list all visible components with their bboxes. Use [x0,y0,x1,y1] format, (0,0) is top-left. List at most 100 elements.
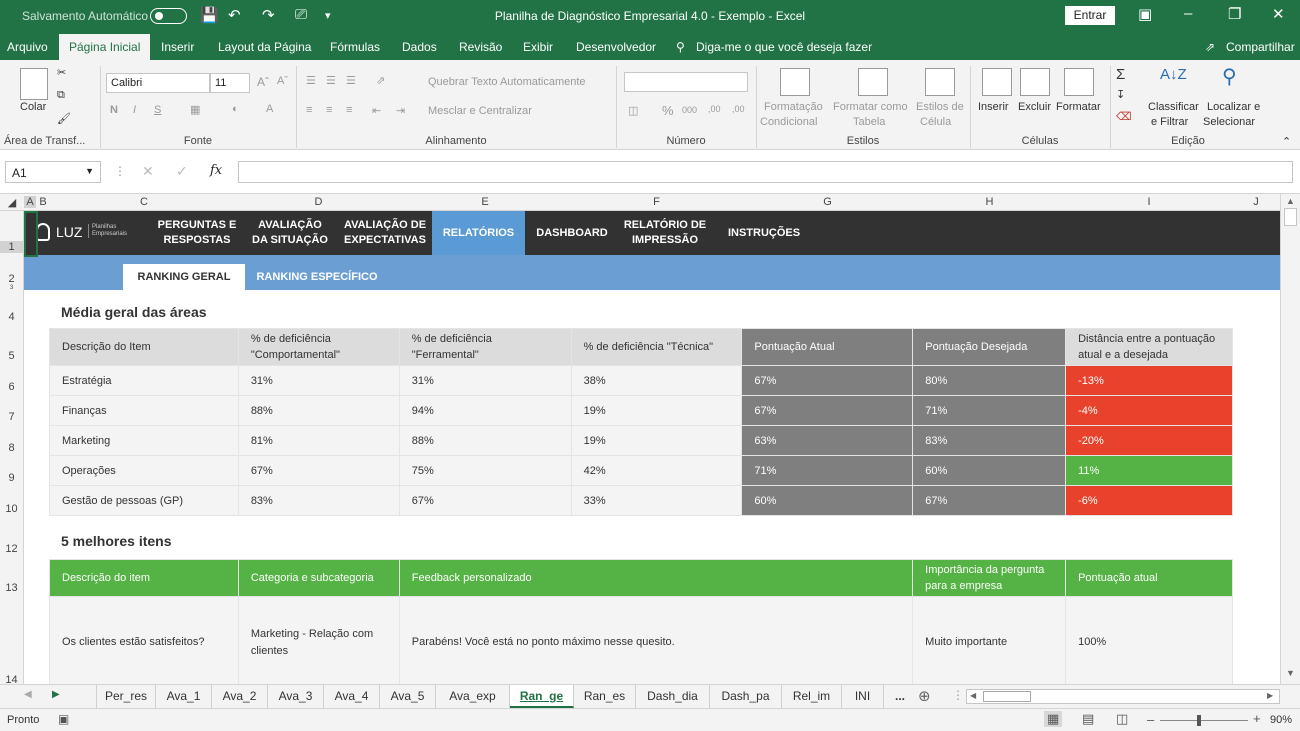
tab-ranking-geral[interactable]: RANKING GERAL [123,264,245,290]
cell-tecnica[interactable]: 33% [570,485,743,516]
cell-descricao[interactable]: Os clientes estão satisfeitos? [49,596,239,684]
select-all-icon[interactable]: ◢ [0,196,24,209]
nav-instrucoes[interactable]: INSTRUÇÕES [720,211,808,255]
cell-distancia[interactable]: -20% [1065,425,1233,456]
align-right-icon[interactable]: ≡ [346,104,352,116]
font-size-select[interactable]: 11 [210,73,250,93]
cell-atual[interactable]: 60% [741,485,914,516]
accounting-icon[interactable]: ◫ [628,104,638,117]
tab-formulas[interactable]: Fórmulas [330,40,380,54]
vertical-scrollbar[interactable]: ▲ ▼ [1280,194,1300,684]
grow-font-icon[interactable]: Aˆ [257,75,269,89]
cell-tecnica[interactable]: 42% [570,455,743,486]
worksheet-grid[interactable]: LUZ Planilhas Empresariais PERGUNTAS E RE… [24,211,1280,684]
sort-filter-icon[interactable]: A↓Z [1160,66,1187,83]
sheet-tab[interactable]: Rel_im [782,685,842,708]
zoom-level[interactable]: 90% [1270,714,1292,726]
insert-cells-icon[interactable] [982,68,1012,96]
zoom-out-icon[interactable]: – [1147,712,1154,727]
tab-ranking-especifico[interactable]: RANKING ESPECÍFICO [250,264,384,290]
sheet-tab[interactable]: Ava_3 [268,685,324,708]
comma-style-icon[interactable]: 000 [682,105,697,115]
cell-desejada[interactable]: 60% [912,455,1067,486]
bold-icon[interactable]: N [110,104,118,116]
format-table-label-1[interactable]: Formatar como [833,101,908,113]
orientation-icon[interactable]: ⇗ [376,74,385,87]
scroll-up-icon[interactable]: ▲ [1286,196,1295,206]
sheet-tab[interactable]: Ava_exp [436,685,510,708]
conditional-format-icon[interactable] [780,68,810,96]
insert-cells-button[interactable]: Inserir [978,101,1009,113]
scroll-thumb[interactable] [1284,208,1297,226]
sheet-tab[interactable]: Ran_es [574,685,636,708]
insert-function-icon[interactable]: fx [210,163,222,178]
nav-relatorios[interactable]: RELATÓRIOS [432,211,525,255]
merge-center-button[interactable]: Mesclar e Centralizar [428,105,532,117]
cancel-icon[interactable]: ✕ [142,163,154,180]
normal-view-icon[interactable]: ▦ [1044,711,1063,727]
increase-decimal-icon[interactable]: ,00 [708,104,721,114]
sheet-tab[interactable]: Ava_4 [324,685,380,708]
cell-distancia[interactable]: 11% [1065,455,1233,486]
cell-ferramental[interactable]: 88% [398,425,572,456]
cell-comportamental[interactable]: 83% [237,485,400,516]
tell-me-input[interactable]: Diga-me o que você deseja fazer [696,40,872,54]
cell-feedback[interactable]: Parabéns! Você está no ponto máximo ness… [398,596,914,684]
increase-indent-icon[interactable]: ⇥ [396,104,405,117]
scroll-down-icon[interactable]: ▼ [1286,668,1295,678]
cell-area[interactable]: Finanças [49,395,239,426]
cell-styles-label-2[interactable]: Célula [920,116,951,128]
autosum-icon[interactable]: Σ [1116,66,1125,83]
cell-styles-icon[interactable] [925,68,955,96]
sheet-tab[interactable]: Per_res [96,685,156,708]
macro-record-icon[interactable]: ▣ [58,712,69,726]
cell-area[interactable]: Gestão de pessoas (GP) [49,485,239,516]
conditional-format-label-1[interactable]: Formatação [764,101,823,113]
row-header[interactable]: 12 [0,543,23,555]
cell-tecnica[interactable]: 19% [570,395,743,426]
share-button[interactable]: Compartilhar [1226,40,1295,54]
page-layout-view-icon[interactable]: ▤ [1082,711,1094,727]
sheet-tab[interactable]: Dash_pa [710,685,782,708]
decrease-decimal-icon[interactable]: ,00 [732,104,745,114]
prev-sheet-icon[interactable]: ◀ [24,689,32,700]
cell-ferramental[interactable]: 75% [398,455,572,486]
cell-comportamental[interactable]: 67% [237,455,400,486]
col-header-c[interactable]: C [50,196,238,208]
align-middle-icon[interactable]: ☰ [326,74,336,87]
cell-ferramental[interactable]: 67% [398,485,572,516]
nav-dashboard[interactable]: DASHBOARD [530,211,614,255]
cell-area[interactable]: Estratégia [49,365,239,396]
row-header[interactable]: 8 [0,442,23,454]
nav-relatorio-impressao[interactable]: RELATÓRIO DE IMPRESSÃO [618,211,712,255]
col-header-j[interactable]: J [1232,196,1280,208]
wrap-text-button[interactable]: Quebrar Texto Automaticamente [428,76,586,88]
copy-icon[interactable]: ⧉ [57,89,65,102]
format-cells-button[interactable]: Formatar [1056,101,1101,113]
cell-ferramental[interactable]: 94% [398,395,572,426]
shrink-font-icon[interactable]: Aˇ [277,75,288,87]
tab-developer[interactable]: Desenvolvedor [576,40,656,54]
cut-icon[interactable]: ✂ [57,66,66,79]
horizontal-scrollbar[interactable]: ◀ ▶ [966,689,1280,704]
decrease-indent-icon[interactable]: ⇤ [372,104,381,117]
sort-filter-label-2[interactable]: e Filtrar [1151,116,1188,128]
sheet-tab[interactable]: Ava_5 [380,685,436,708]
percent-icon[interactable]: % [662,103,674,118]
cell-distancia[interactable]: -6% [1065,485,1233,516]
cell-comportamental[interactable]: 88% [237,395,400,426]
cell-desejada[interactable]: 83% [912,425,1067,456]
align-center-icon[interactable]: ≡ [326,104,332,116]
row-header[interactable]: 1 [0,241,23,253]
tab-review[interactable]: Revisão [459,40,502,54]
cell-area[interactable]: Operações [49,455,239,486]
signin-button[interactable]: Entrar [1065,6,1115,25]
format-table-label-2[interactable]: Tabela [853,116,885,128]
scroll-right-icon[interactable]: ▶ [1267,691,1273,700]
page-break-view-icon[interactable]: ◫ [1116,711,1128,727]
row-header[interactable]: 2 [0,273,23,285]
cell-area[interactable]: Marketing [49,425,239,456]
format-table-icon[interactable] [858,68,888,96]
font-name-select[interactable]: Calibri [106,73,210,93]
ribbon-display-icon[interactable]: ▣ [1138,5,1152,23]
